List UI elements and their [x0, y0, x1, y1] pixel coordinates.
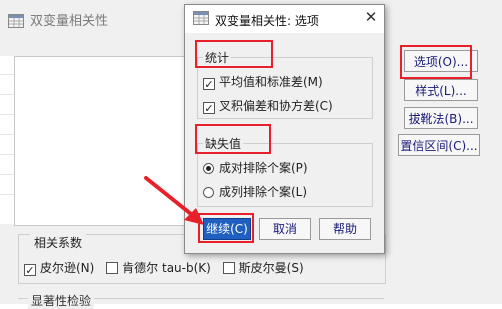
- crossproduct-covariance-label: 叉积偏差和协方差(C): [219, 99, 333, 113]
- kendall-label: 肯德尔 tau-b(K): [122, 261, 211, 275]
- exclude-pairwise-radio[interactable]: 成对排除个案(P): [203, 159, 308, 176]
- style-button[interactable]: 样式(L)...: [404, 79, 478, 101]
- highlight-options-button: [400, 45, 472, 79]
- correlation-options-row: ✓ 皮尔逊(N) 肯德尔 tau-b(K) 斯皮尔曼(S): [24, 259, 312, 276]
- significance-test-label: 显著性检验: [28, 292, 95, 309]
- confidence-interval-button[interactable]: 置信区间(C)...: [398, 134, 480, 156]
- exclude-pairwise-label: 成对排除个案(P): [219, 161, 308, 175]
- main-dialog-title: 双变量相关性: [8, 10, 108, 32]
- main-dialog-title-text: 双变量相关性: [30, 14, 109, 29]
- bootstrap-button-label: 拔靴法(B)...: [408, 112, 474, 126]
- help-button-label: 帮助: [332, 222, 357, 236]
- confidence-interval-button-label: 置信区间(C)...: [400, 139, 478, 153]
- pearson-checkbox[interactable]: ✓ 皮尔逊(N): [24, 261, 95, 277]
- bootstrap-button[interactable]: 拔靴法(B)...: [404, 107, 478, 129]
- crossproduct-covariance-checkbox[interactable]: ✓ 叉积偏差和协方差(C): [203, 97, 333, 114]
- annotation-arrow-icon: [144, 176, 204, 225]
- help-button[interactable]: 帮助: [319, 218, 371, 240]
- mean-std-label: 平均值和标准差(M): [219, 75, 323, 89]
- checkbox-empty-icon: [222, 262, 235, 274]
- checkbox-empty-icon: [106, 262, 119, 274]
- close-icon[interactable]: ✕: [363, 9, 379, 25]
- kendall-checkbox[interactable]: 肯德尔 tau-b(K): [106, 261, 211, 275]
- spearman-checkbox[interactable]: 斯皮尔曼(S): [222, 261, 304, 275]
- cancel-button[interactable]: 取消: [259, 218, 311, 240]
- mean-std-checkbox[interactable]: ✓ 平均值和标准差(M): [203, 73, 323, 90]
- spearman-label: 斯皮尔曼(S): [238, 261, 304, 275]
- checkmark-icon: ✓: [203, 102, 215, 115]
- highlight-statistics-label: [195, 40, 273, 68]
- exclude-listwise-label: 成列排除个案(L): [219, 185, 308, 199]
- radio-selected-icon: [203, 163, 214, 174]
- exclude-listwise-radio[interactable]: 成列排除个案(L): [203, 183, 307, 200]
- table-icon: [8, 14, 24, 32]
- pearson-label: 皮尔逊(N): [40, 261, 95, 275]
- style-button-label: 样式(L)...: [415, 84, 467, 98]
- options-dialog-title: 双变量相关性: 选项: [215, 14, 319, 28]
- correlation-coefficients-label: 相关系数: [30, 234, 87, 251]
- cancel-button-label: 取消: [272, 222, 297, 236]
- table-icon: [193, 11, 209, 28]
- checkmark-icon: ✓: [24, 264, 36, 277]
- highlight-missing-values-label: [195, 124, 271, 154]
- checkmark-icon: ✓: [203, 78, 215, 91]
